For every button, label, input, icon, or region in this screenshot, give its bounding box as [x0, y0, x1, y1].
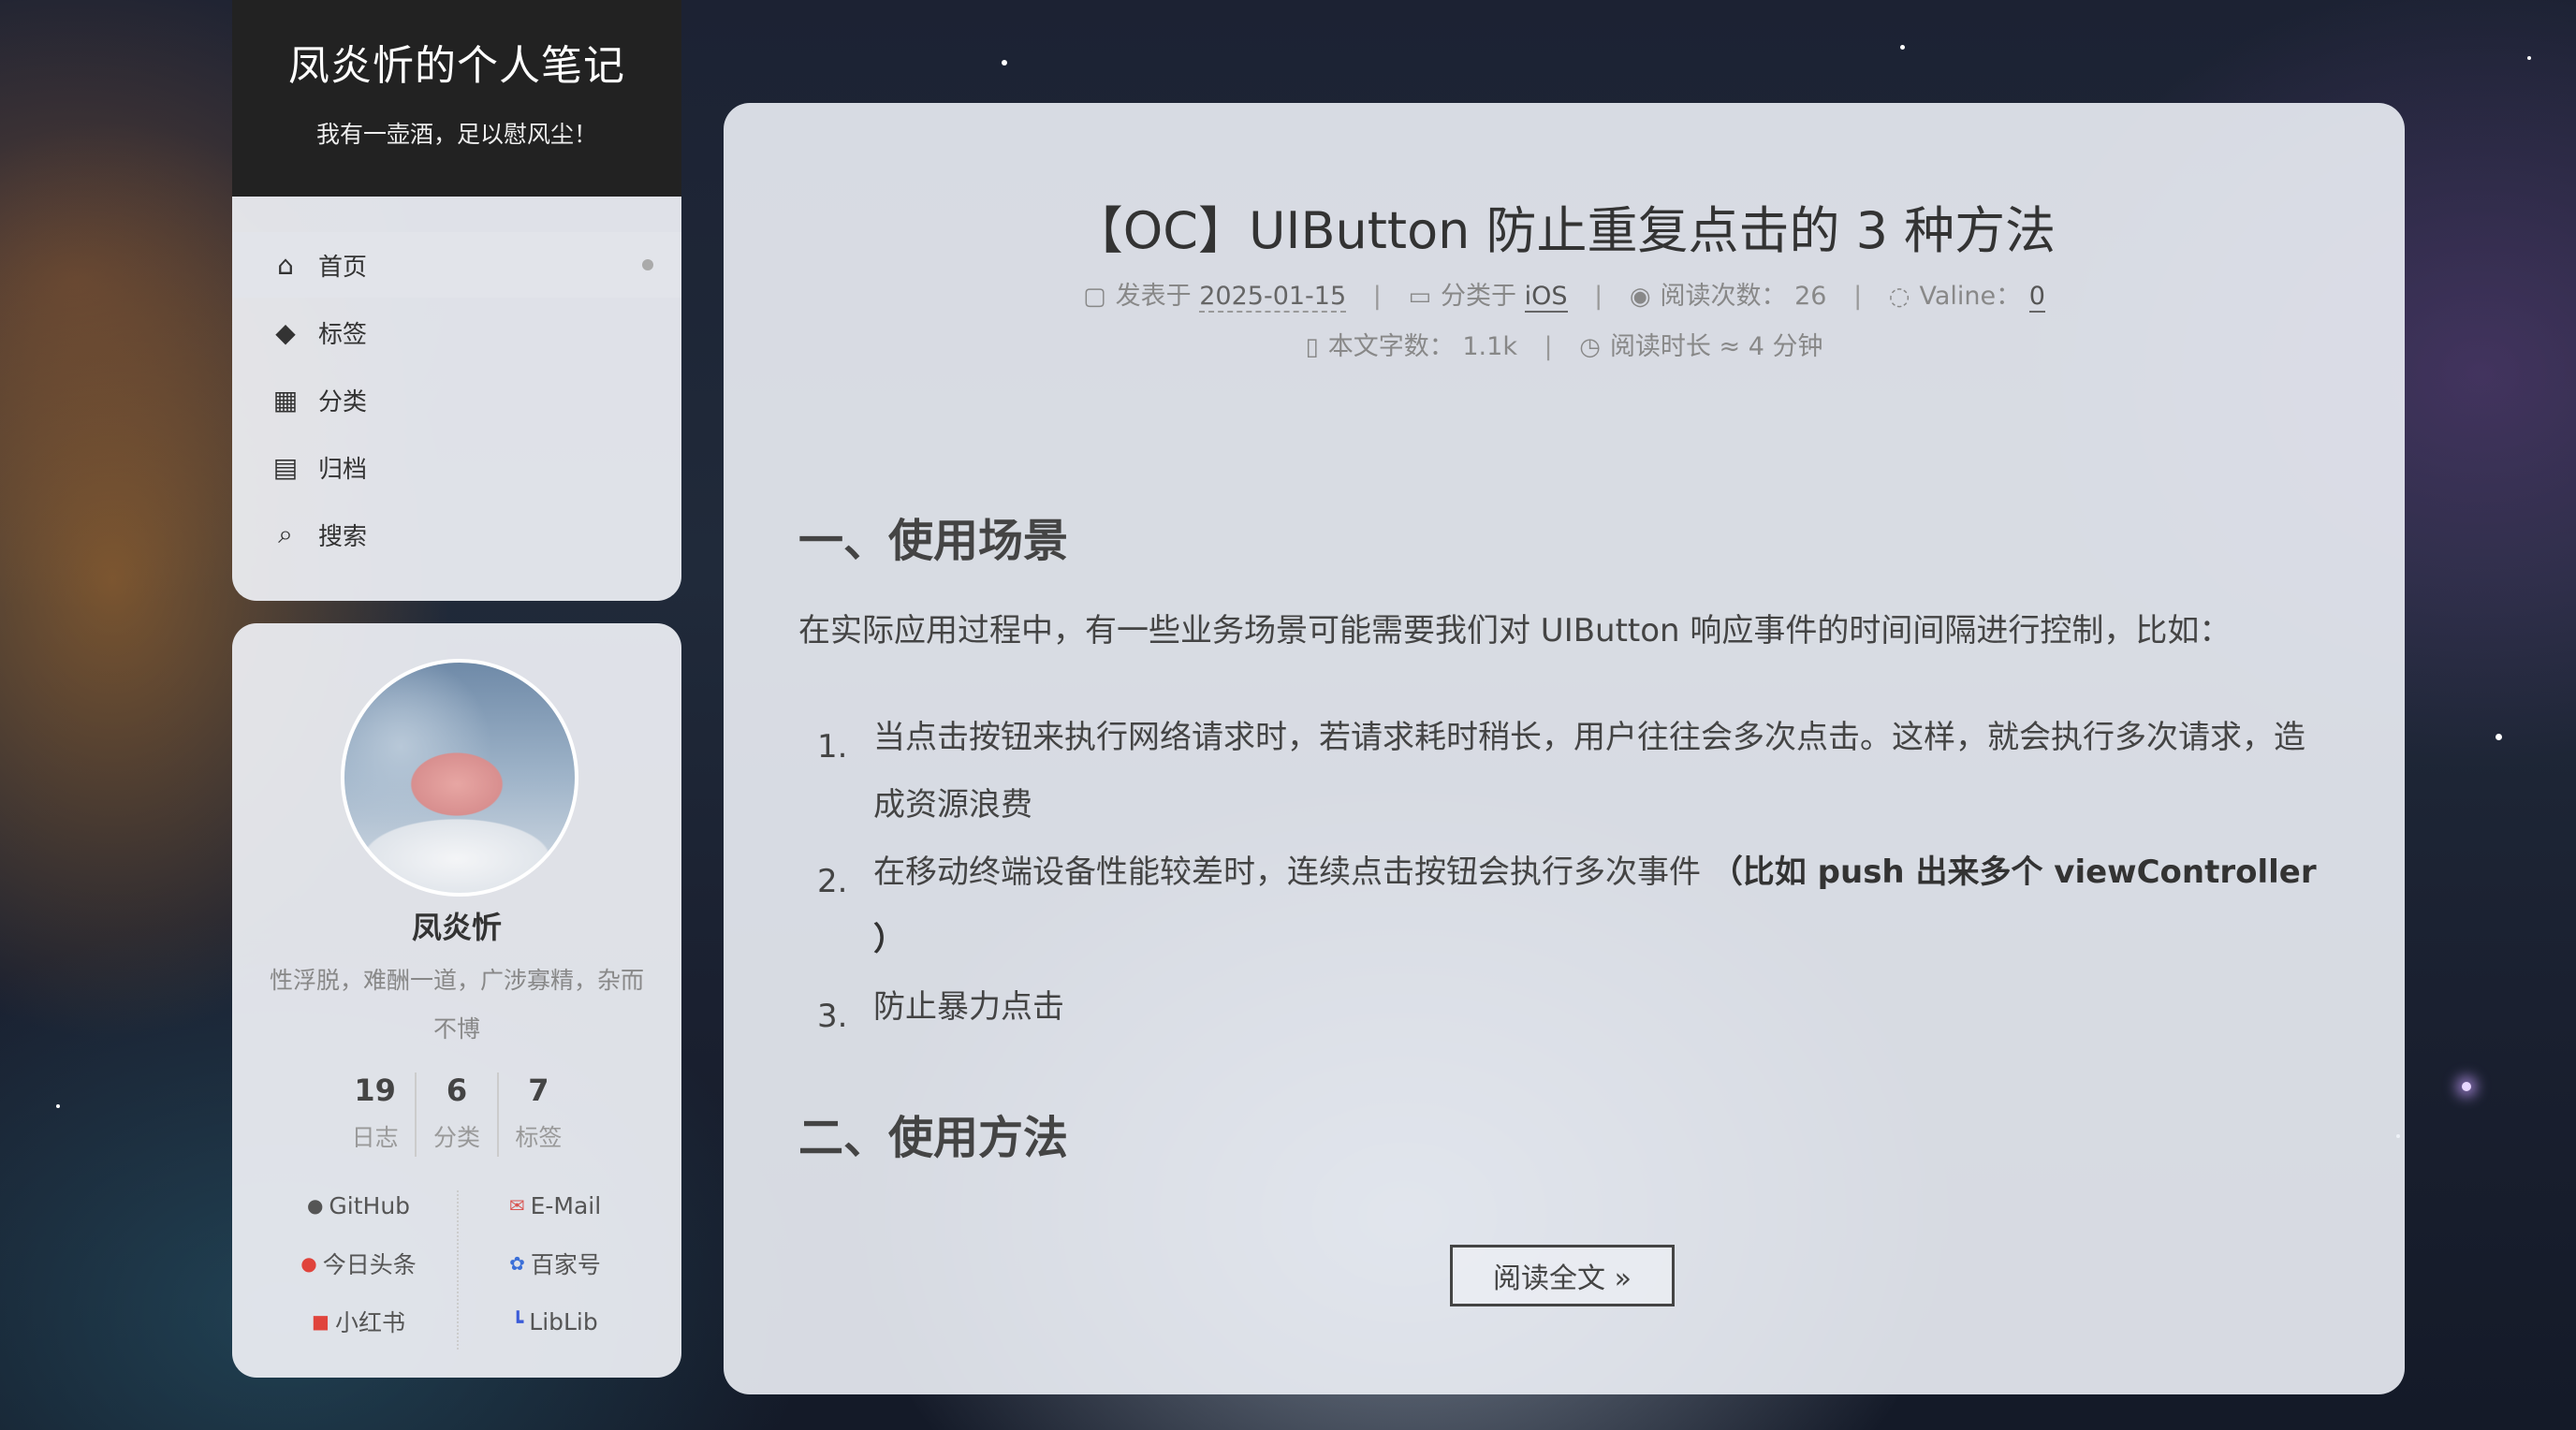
post-meta-secondary: ▯ 本文字数： 1.1k | ◷ 阅读时长 ≈ 4 分钟: [724, 326, 2405, 362]
posted-label: 发表于: [1115, 282, 1192, 311]
views-label: 阅读次数：: [1660, 282, 1787, 311]
list-item: 防止暴力点击: [873, 988, 1064, 1026]
read-more-button[interactable]: 阅读全文 »: [1450, 1245, 1675, 1306]
list-item: 当点击按钮来执行网络请求时，若请求耗时稍长，用户往往会多次点击。这样，就会执行多…: [873, 719, 2305, 824]
home-icon: ⌂: [277, 249, 294, 281]
valine-count[interactable]: 0: [2028, 282, 2045, 313]
star: [56, 1104, 60, 1108]
link-label: GitHub: [329, 1191, 411, 1219]
post-meta: ▢ 发表于 2025-01-15 | ▭ 分类于 iOS | ◉ 阅读次数： 26 |…: [724, 275, 2405, 313]
nav-item-home[interactable]: ⌂ 首页: [232, 232, 681, 298]
toutiao-icon: ●: [300, 1252, 317, 1275]
nav-item-search[interactable]: ⌕ 搜索: [232, 502, 681, 567]
list-number: 1.: [817, 728, 848, 766]
section-heading: 一、使用场景: [798, 515, 1069, 567]
avatar: [341, 659, 578, 897]
posted-date: 2025-01-15: [1199, 282, 1347, 313]
profile-card: 凤炎忻 性浮脱，难酬一道，广涉寡精，杂而不博 19 日志 6 分类 7 标签 ●…: [232, 623, 681, 1378]
link-baijiahao[interactable]: ✿ 百家号: [457, 1239, 653, 1288]
site-title[interactable]: 凤炎忻的个人笔记: [232, 0, 681, 92]
nav-label: 归档: [318, 455, 368, 484]
star: [2462, 1082, 2471, 1091]
read-time: 4 分钟: [1748, 332, 1823, 361]
stat-number: 19: [354, 1072, 396, 1108]
meta-separator: |: [1372, 282, 1382, 311]
read-time-label: 阅读时长 ≈: [1609, 332, 1741, 361]
comment-icon: ◌: [1888, 283, 1910, 311]
xiaohongshu-icon: ■: [312, 1310, 329, 1333]
baijiahao-icon: ✿: [509, 1252, 525, 1275]
folder-icon: ▭: [1408, 283, 1432, 311]
words-label: 本文字数：: [1327, 332, 1455, 361]
star: [2496, 734, 2502, 740]
star: [2527, 56, 2531, 60]
list-item-text: 在移动终端设备性能较差时，连续点击按钮会执行多次事件: [873, 854, 1701, 891]
nav-label: 首页: [318, 253, 368, 282]
meta-separator: |: [1853, 282, 1863, 311]
author-description: 性浮脱，难酬一道，广涉寡精，杂而不博: [269, 967, 644, 1043]
link-label: LibLib: [529, 1307, 598, 1335]
category-label: 分类于: [1441, 282, 1517, 311]
nav-label: 搜索: [318, 522, 368, 551]
views-count: 26: [1794, 282, 1827, 311]
site-subtitle: 我有一壶酒，足以慰风尘！: [315, 121, 597, 148]
nav-item-categories[interactable]: ▦ 分类: [232, 367, 681, 432]
sidebar-nav: ⌂ 首页 ◆ 标签 ▦ 分类 ▤ 归档 ⌕ 搜索: [232, 197, 681, 601]
link-label: 百家号: [530, 1251, 601, 1278]
file-word-icon: ▯: [1305, 333, 1319, 361]
stat-number: 7: [528, 1072, 549, 1108]
search-icon: ⌕: [278, 518, 293, 549]
active-dot: [642, 259, 653, 270]
link-label: 小红书: [334, 1309, 405, 1336]
nav-item-archive[interactable]: ▤ 归档: [232, 434, 681, 500]
liblib-icon: ┗: [512, 1310, 524, 1333]
section-heading: 二、使用方法: [798, 1112, 1069, 1164]
post-card: 【OC】UIButton 防止重复点击的 3 种方法 ▢ 发表于 2025-01-…: [724, 103, 2405, 1394]
link-email[interactable]: ✉ E-Mail: [457, 1181, 653, 1230]
valine-label: Valine：: [1919, 282, 2022, 311]
post-title[interactable]: 【OC】UIButton 防止重复点击的 3 种方法: [724, 189, 2405, 263]
category-link[interactable]: iOS: [1524, 282, 1568, 313]
clock-icon: ◷: [1579, 333, 1601, 361]
link-liblib[interactable]: ┗ LibLib: [457, 1297, 653, 1346]
link-github[interactable]: ● GitHub: [260, 1181, 457, 1230]
list-number: 3.: [817, 998, 848, 1035]
stat-label: 标签: [515, 1124, 563, 1151]
author-name: 凤炎忻: [411, 910, 502, 945]
link-label: 今日头条: [322, 1251, 417, 1278]
nav-label: 分类: [318, 387, 368, 416]
grid-icon: ▦: [272, 384, 299, 416]
stat-posts[interactable]: 19 日志: [335, 1072, 417, 1157]
eye-icon: ◉: [1629, 283, 1651, 311]
github-icon: ●: [306, 1194, 324, 1217]
stat-tags[interactable]: 7 标签: [499, 1072, 578, 1157]
words-count: 1.1k: [1462, 332, 1517, 361]
meta-separator: |: [1594, 282, 1603, 311]
link-toutiao[interactable]: ● 今日头条: [260, 1239, 457, 1288]
link-xiaohongshu[interactable]: ■ 小红书: [260, 1297, 457, 1346]
stat-number: 6: [446, 1072, 468, 1108]
calendar-icon: ▢: [1083, 283, 1106, 311]
stat-categories[interactable]: 6 分类: [417, 1072, 499, 1157]
list-number: 2.: [817, 863, 848, 900]
list-item: 在移动终端设备性能较差时，连续点击按钮会执行多次事件 （比如 push 出来多个…: [873, 839, 2334, 973]
tags-icon: ◆: [275, 316, 296, 348]
site-stats: 19 日志 6 分类 7 标签: [335, 1072, 578, 1157]
star: [1002, 60, 1007, 66]
stat-label: 日志: [351, 1124, 399, 1151]
nav-item-tags[interactable]: ◆ 标签: [232, 299, 681, 365]
email-icon: ✉: [508, 1194, 525, 1217]
site-brand: 凤炎忻的个人笔记 我有一壶酒，足以慰风尘！: [232, 0, 681, 197]
link-label: E-Mail: [530, 1191, 602, 1219]
archive-icon: ▤: [272, 451, 299, 483]
meta-separator: |: [1544, 332, 1553, 361]
intro-paragraph: 在实际应用过程中，有一些业务场景可能需要我们对 UIButton 响应事件的时间…: [798, 612, 2232, 649]
star: [1900, 45, 1905, 50]
stat-label: 分类: [432, 1124, 480, 1151]
nav-label: 标签: [318, 320, 368, 349]
